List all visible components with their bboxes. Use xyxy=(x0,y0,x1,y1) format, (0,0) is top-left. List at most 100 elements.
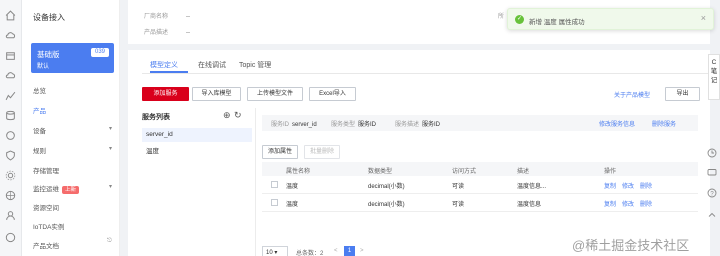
toast-message: 新增 温度 属性成功 xyxy=(529,19,585,26)
edit-service-link[interactable]: 修改服务信息 xyxy=(599,119,635,128)
tab-model-definition[interactable]: 模型定义 xyxy=(150,60,178,70)
home-icon[interactable] xyxy=(5,10,16,21)
settings-icon[interactable] xyxy=(5,170,16,181)
service-type-value: 服务ID xyxy=(358,122,377,128)
description-value: -- xyxy=(186,30,191,36)
row-actions: 复制 修改 删除 xyxy=(604,199,658,208)
check-circle-icon: ✓ xyxy=(515,15,524,24)
row-checkbox[interactable] xyxy=(271,199,278,206)
column-header: 访问方式 xyxy=(452,169,477,175)
import-library-button[interactable]: 导入库模型 xyxy=(192,87,241,101)
new-tag: 上新 xyxy=(62,186,80,194)
row-checkbox[interactable] xyxy=(271,181,278,188)
add-circle-icon[interactable]: ⊕ xyxy=(223,110,231,121)
sidebar-item-device[interactable]: 设备 xyxy=(33,125,46,135)
sidebar-item-product[interactable]: 产品 xyxy=(33,105,46,115)
delete-link[interactable]: 删除 xyxy=(640,184,652,190)
table-header: 属性名称 数据类型 访问方式 描述 操作 xyxy=(262,162,698,176)
table-row: 温度 decimal(小数) 可读 温度信息... 复制 修改 删除 xyxy=(262,176,698,194)
service-type-field: 服务类型 服务ID xyxy=(331,119,376,128)
property-desc: 温度信息 xyxy=(517,202,542,208)
column-header: 属性名称 xyxy=(286,169,311,175)
property-name: 温度 xyxy=(286,202,299,208)
tab-divider xyxy=(142,73,714,74)
page-size-select[interactable]: 10 ▾ xyxy=(262,246,288,256)
app-icon-rail xyxy=(0,0,22,256)
sidebar-item-resource-space[interactable]: 资源空间 xyxy=(33,202,59,212)
plan-card[interactable]: 基础版 039 默认 xyxy=(31,43,114,73)
about-model-link[interactable]: 关于产品模型 xyxy=(614,90,650,99)
manufacturer-value: -- xyxy=(186,14,191,20)
service-info-bar: 服务ID server_id 服务类型 服务ID 服务描述 服务ID 修改服务信息 删… xyxy=(262,115,698,131)
network-icon[interactable] xyxy=(5,130,16,141)
sidebar-item-overview[interactable]: 总览 xyxy=(33,85,46,95)
sidebar-item-storage[interactable]: 存储管理 xyxy=(33,165,59,175)
current-page[interactable]: 1 xyxy=(344,246,355,256)
service-id-label: 服务ID xyxy=(271,122,290,128)
description-row: 产品描述 -- xyxy=(144,27,190,36)
help-icon[interactable]: ? xyxy=(707,188,717,198)
shield-icon[interactable] xyxy=(5,150,16,161)
total-count: 总条数：2 xyxy=(296,251,324,256)
prev-page-button[interactable]: < xyxy=(334,248,338,254)
add-service-button[interactable]: 添加服务 xyxy=(142,87,189,101)
sidebar-item-iotda-instance[interactable]: IoTDA实例 xyxy=(33,221,64,231)
tab-topic-management[interactable]: Topic 管理 xyxy=(239,60,271,70)
close-icon[interactable]: × xyxy=(701,13,706,23)
sidebar-item-monitoring[interactable]: 监控运维 上新 xyxy=(33,183,80,194)
upload-model-button[interactable]: 上传模型文件 xyxy=(247,87,303,101)
service-list-divider xyxy=(255,108,256,256)
property-access: 可读 xyxy=(452,202,465,208)
manufacturer-row: 厂商名称 -- xyxy=(144,11,190,20)
cloud-upload-icon[interactable] xyxy=(5,70,16,81)
column-header: 操作 xyxy=(604,169,617,175)
delete-link[interactable]: 删除 xyxy=(640,202,652,208)
table-row: 温度 decimal(小数) 可读 温度信息 复制 修改 删除 xyxy=(262,194,698,212)
sidebar-item-docs[interactable]: 产品文档 xyxy=(33,240,59,250)
clock-icon[interactable] xyxy=(707,148,717,158)
user-icon[interactable] xyxy=(5,210,16,221)
service-list-title: 服务列表 xyxy=(142,114,170,121)
box-icon[interactable] xyxy=(5,50,16,61)
cloud-icon[interactable] xyxy=(5,30,16,41)
sidebar-item-rules[interactable]: 规则 xyxy=(33,145,46,155)
success-toast: ✓ 新增 温度 属性成功 × xyxy=(507,8,714,30)
edit-link[interactable]: 修改 xyxy=(622,184,634,190)
property-type: decimal(小数) xyxy=(368,202,405,208)
chat-icon[interactable] xyxy=(707,168,717,178)
refresh-icon[interactable]: ↻ xyxy=(234,110,242,121)
property-access: 可读 xyxy=(452,184,465,190)
watermark: @稀土掘金技术社区 xyxy=(572,238,690,253)
service-type-label: 服务类型 xyxy=(331,122,356,128)
excel-import-button[interactable]: Excel导入 xyxy=(309,87,356,101)
tab-online-debug[interactable]: 在线调试 xyxy=(198,60,226,70)
page-size-value: 10 xyxy=(266,250,273,256)
info-right-label: 所 xyxy=(498,14,505,20)
edit-link[interactable]: 修改 xyxy=(622,202,634,208)
service-desc-field: 服务描述 服务ID xyxy=(395,119,440,128)
column-header: 数据类型 xyxy=(368,169,393,175)
column-header: 描述 xyxy=(517,169,530,175)
database-icon[interactable] xyxy=(5,110,16,121)
main-content: 厂商名称 -- 产品描述 -- 所 模型定义 在线调试 Topic 管理 添加服务 … xyxy=(120,0,714,256)
service-item[interactable]: 温度 xyxy=(142,145,252,159)
world-icon[interactable] xyxy=(5,190,16,201)
service-id-value: server_id xyxy=(292,122,317,128)
property-desc: 温度信息... xyxy=(517,184,547,190)
copy-link[interactable]: 复制 xyxy=(604,184,616,190)
chevron-down-icon: ▾ xyxy=(109,184,113,190)
copy-link[interactable]: 复制 xyxy=(604,202,616,208)
sidebar-nav: 设备接入 基础版 039 默认 总览 产品 设备 ▾ 规则 ▾ 存储管理 监控运… xyxy=(22,0,120,256)
service-item[interactable]: server_id xyxy=(142,128,252,142)
model-definition-panel: 模型定义 在线调试 Topic 管理 添加服务 导入库模型 上传模型文件 Exc… xyxy=(128,50,714,256)
delete-service-link[interactable]: 删除服务 xyxy=(652,119,676,128)
chart-icon[interactable] xyxy=(5,90,16,101)
batch-delete-button[interactable]: 批量删除 xyxy=(304,145,340,159)
next-page-button[interactable]: > xyxy=(360,248,364,254)
add-property-button[interactable]: 添加属性 xyxy=(262,145,298,159)
export-button[interactable]: 导出 xyxy=(665,87,700,101)
plan-sub: 默认 xyxy=(37,64,50,70)
chevron-up-icon[interactable] xyxy=(707,210,717,220)
service-id-field: 服务ID server_id xyxy=(271,119,317,128)
more-icon[interactable] xyxy=(5,232,16,243)
